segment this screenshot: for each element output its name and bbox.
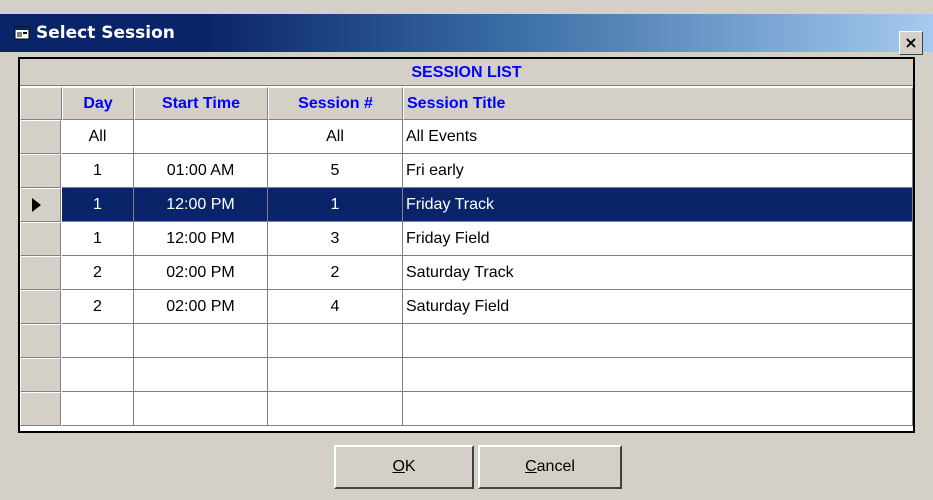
session-list-grid[interactable]: SESSION LIST Day Start Time Session # Se… — [18, 57, 915, 433]
cell-start-time[interactable]: 12:00 PM — [134, 222, 268, 256]
cell-day[interactable] — [62, 392, 134, 426]
cell-start-time[interactable]: 12:00 PM — [134, 188, 268, 222]
table-row[interactable] — [20, 392, 913, 426]
cell-day[interactable] — [62, 358, 134, 392]
cancel-label-rest: ancel — [536, 458, 575, 475]
window-app-icon — [14, 26, 30, 40]
select-session-dialog: Select Session × SESSION LIST Day Start … — [0, 0, 933, 500]
cell-start-time[interactable] — [134, 324, 268, 358]
ok-mnemonic: O — [392, 458, 405, 475]
cell-session-number[interactable] — [268, 358, 403, 392]
cell-session-number[interactable] — [268, 324, 403, 358]
grid-caption: SESSION LIST — [20, 59, 913, 86]
row-selector[interactable] — [20, 256, 61, 290]
cell-session-title[interactable]: All Events — [403, 120, 913, 154]
current-row-arrow-icon — [32, 198, 41, 212]
table-row[interactable] — [20, 358, 913, 392]
title-bar[interactable]: Select Session × — [0, 14, 933, 55]
table-row[interactable]: 2 02:00 PM 4 Saturday Field — [20, 290, 913, 324]
cell-session-number[interactable]: 3 — [268, 222, 403, 256]
cell-start-time[interactable]: 02:00 PM — [134, 290, 268, 324]
cell-session-title[interactable] — [403, 324, 913, 358]
cell-day[interactable]: 2 — [62, 256, 134, 290]
cell-day[interactable]: All — [62, 120, 134, 154]
cell-start-time[interactable] — [134, 358, 268, 392]
cancel-mnemonic: C — [525, 458, 537, 475]
column-header-day[interactable]: Day — [62, 87, 134, 120]
ok-button[interactable]: OK — [334, 445, 474, 489]
row-selector[interactable] — [20, 358, 61, 392]
cell-session-number[interactable]: 5 — [268, 154, 403, 188]
window-title: Select Session — [36, 23, 175, 43]
cell-session-number[interactable]: 2 — [268, 256, 403, 290]
close-icon: × — [904, 33, 918, 52]
cell-session-title[interactable]: Fri early — [403, 154, 913, 188]
column-header-session-number[interactable]: Session # — [268, 87, 403, 120]
cell-start-time[interactable]: 01:00 AM — [134, 154, 268, 188]
row-selector[interactable] — [20, 324, 61, 358]
cell-session-title[interactable] — [403, 392, 913, 426]
cell-day[interactable] — [62, 324, 134, 358]
cell-session-number[interactable]: 1 — [268, 188, 403, 222]
ok-label-rest: K — [404, 458, 416, 475]
column-header-session-title[interactable]: Session Title — [403, 87, 913, 120]
cell-session-title[interactable]: Saturday Track — [403, 256, 913, 290]
column-header-start-time[interactable]: Start Time — [134, 87, 268, 120]
table-row[interactable]: 2 02:00 PM 2 Saturday Track — [20, 256, 913, 290]
row-selector[interactable] — [20, 290, 61, 324]
grid-header-row: Day Start Time Session # Session Title — [20, 87, 913, 120]
header-row-selector-corner — [20, 87, 62, 120]
cancel-button[interactable]: Cancel — [478, 445, 622, 489]
cell-day[interactable]: 2 — [62, 290, 134, 324]
cell-session-number[interactable]: 4 — [268, 290, 403, 324]
table-row[interactable]: 1 01:00 AM 5 Fri early — [20, 154, 913, 188]
table-row[interactable]: 1 12:00 PM 1 Friday Track — [20, 188, 913, 222]
row-selector[interactable] — [20, 188, 61, 222]
cell-start-time[interactable] — [134, 392, 268, 426]
row-selector[interactable] — [20, 222, 61, 256]
cell-day[interactable]: 1 — [62, 222, 134, 256]
row-selector[interactable] — [20, 154, 61, 188]
cell-session-title[interactable]: Friday Track — [403, 188, 913, 222]
cell-day[interactable]: 1 — [62, 188, 134, 222]
cell-session-title[interactable]: Friday Field — [403, 222, 913, 256]
cell-start-time[interactable] — [134, 120, 268, 154]
cell-session-title[interactable]: Saturday Field — [403, 290, 913, 324]
cell-session-number[interactable] — [268, 392, 403, 426]
row-selector[interactable] — [20, 120, 61, 154]
cell-day[interactable]: 1 — [62, 154, 134, 188]
cell-session-number[interactable]: All — [268, 120, 403, 154]
table-row[interactable]: All All All Events — [20, 120, 913, 154]
table-row[interactable]: 1 12:00 PM 3 Friday Field — [20, 222, 913, 256]
table-row[interactable] — [20, 324, 913, 358]
cell-session-title[interactable] — [403, 358, 913, 392]
close-button[interactable]: × — [899, 31, 923, 55]
row-selector[interactable] — [20, 392, 61, 426]
cell-start-time[interactable]: 02:00 PM — [134, 256, 268, 290]
